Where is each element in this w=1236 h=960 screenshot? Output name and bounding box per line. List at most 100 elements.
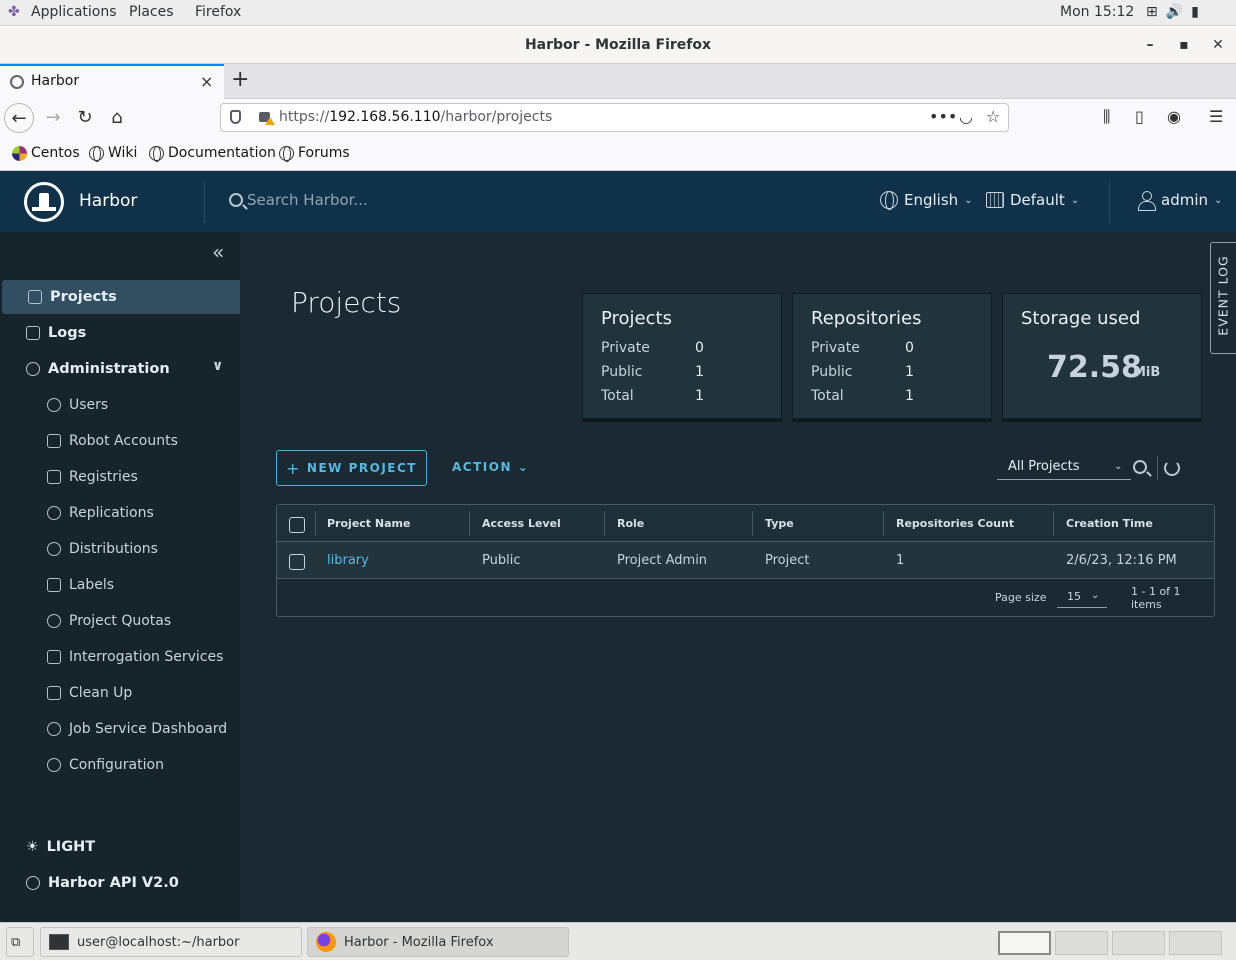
bookmark-wiki[interactable]: Wiki <box>89 145 137 162</box>
applications-menu[interactable]: Applications <box>31 4 117 20</box>
trash-icon <box>47 686 61 700</box>
sidebar-item-project-quotas[interactable]: Project Quotas <box>0 604 240 638</box>
column-type[interactable]: Type <box>753 505 794 542</box>
table-header: Project Name Access Level Role Type Repo… <box>277 505 1214 542</box>
new-tab-button[interactable]: + <box>231 67 249 92</box>
harbor-header: Harbor Search Harbor... English ⌄ Defaul… <box>0 171 1236 232</box>
label-icon <box>47 578 61 592</box>
header-divider <box>1109 181 1110 223</box>
globe-icon <box>279 145 294 162</box>
filter-search-icon[interactable] <box>1133 460 1147 474</box>
url-text[interactable]: https://192.168.56.110/harbor/projects <box>279 109 552 125</box>
tab-close-icon[interactable]: × <box>200 72 213 91</box>
system-tray[interactable]: ⊞ 🔊 ▮ <box>1146 4 1199 20</box>
clock[interactable]: Mon 15:12 <box>1060 4 1134 20</box>
search-input[interactable]: Search Harbor... <box>247 191 368 209</box>
collapse-sidebar-icon[interactable]: « <box>212 240 224 264</box>
datetime-format-dropdown[interactable]: Default ⌄ <box>986 191 1079 209</box>
terminal-icon <box>49 934 69 950</box>
sidebar-item-configuration[interactable]: Configuration <box>0 748 240 782</box>
places-menu[interactable]: Places <box>129 4 174 20</box>
bookmark-documentation[interactable]: Documentation <box>149 145 276 162</box>
home-button[interactable]: ⌂ <box>102 103 132 133</box>
column-creation-time[interactable]: Creation Time <box>1054 505 1153 542</box>
replications-icon <box>47 506 61 520</box>
project-filter-select[interactable]: All Projects ⌄ <box>997 456 1131 480</box>
event-log-tab[interactable]: EVENT LOG <box>1210 242 1236 354</box>
close-window-button[interactable]: ✕ <box>1208 27 1228 64</box>
new-project-button[interactable]: + NEW PROJECT <box>276 450 427 486</box>
workspace-3[interactable] <box>1112 931 1165 955</box>
minimize-button[interactable]: – <box>1140 27 1160 64</box>
column-access-level[interactable]: Access Level <box>470 505 561 542</box>
sidebar-item-interrogation-services[interactable]: Interrogation Services <box>0 640 240 674</box>
bookmark-star-icon[interactable]: ☆ <box>986 107 1000 126</box>
row-checkbox[interactable] <box>277 542 305 579</box>
project-name-link[interactable]: library <box>315 542 369 579</box>
harbor-logo-icon[interactable] <box>24 182 64 222</box>
menu-icon[interactable]: ☰ <box>1209 107 1223 126</box>
network-icon: ⊞ <box>1146 4 1158 20</box>
sidebar-item-robot-accounts[interactable]: Robot Accounts <box>0 424 240 458</box>
page-actions-icon[interactable]: ••• <box>929 107 957 126</box>
chevron-down-icon: ⌄ <box>517 460 530 474</box>
user-menu[interactable]: admin ⌄ <box>1137 191 1222 211</box>
column-role[interactable]: Role <box>605 505 644 542</box>
maximize-button[interactable]: ▪ <box>1174 27 1194 64</box>
tracking-shield-icon[interactable] <box>230 110 241 124</box>
language-dropdown[interactable]: English ⌄ <box>880 191 973 210</box>
globe-icon <box>89 145 104 162</box>
language-globe-icon <box>880 191 898 210</box>
firefox-menu[interactable]: Firefox <box>195 4 241 20</box>
action-dropdown[interactable]: ACTION ⌄ <box>452 460 529 474</box>
pocket-icon[interactable]: ◡ <box>959 107 973 126</box>
window-title: Harbor - Mozilla Firefox <box>524 37 712 53</box>
bookmark-forums[interactable]: Forums <box>279 145 350 162</box>
taskbar-firefox[interactable]: Harbor - Mozilla Firefox <box>307 927 569 957</box>
column-project-name[interactable]: Project Name <box>315 505 410 542</box>
show-desktop-icon[interactable]: ⧉ <box>6 927 34 957</box>
projects-private-count: 0 <box>695 340 704 356</box>
reload-button[interactable]: ↻ <box>70 103 100 133</box>
select-all-checkbox[interactable] <box>277 505 305 542</box>
app-name[interactable]: Harbor <box>79 191 137 211</box>
volume-icon: 🔊 <box>1165 4 1184 20</box>
column-repositories-count[interactable]: Repositories Count <box>884 505 1014 542</box>
repositories-public-count: 1 <box>905 364 914 380</box>
library-icon[interactable]: ⫼ <box>1103 107 1110 127</box>
taskbar-terminal[interactable]: user@localhost:~/harbor <box>40 927 302 957</box>
api-icon <box>26 876 40 890</box>
sidebar-item-clean-up[interactable]: Clean Up <box>0 676 240 710</box>
account-icon[interactable]: ◉ <box>1167 107 1181 126</box>
workspace-4[interactable] <box>1169 931 1222 955</box>
sidebar-item-administration[interactable]: Administration ∨ <box>0 352 240 386</box>
distributions-icon <box>47 542 61 556</box>
table-row[interactable]: library Public Project Admin Project 1 2… <box>277 542 1214 579</box>
projects-summary-card: Projects Private 0 Public 1 Total 1 <box>582 293 782 422</box>
sidebar-item-users[interactable]: Users <box>0 388 240 422</box>
workspace-1[interactable] <box>998 931 1051 955</box>
workspace-2[interactable] <box>1055 931 1108 955</box>
sidebar-item-registries[interactable]: Registries <box>0 460 240 494</box>
sidebar-item-logs[interactable]: Logs <box>0 316 240 350</box>
sidebar-item-distributions[interactable]: Distributions <box>0 532 240 566</box>
theme-toggle[interactable]: ☀ LIGHT <box>0 830 240 864</box>
sidebar-icon[interactable]: ▯ <box>1135 107 1144 126</box>
sidebar-item-projects[interactable]: Projects <box>2 280 240 314</box>
storage-value: 72.58 <box>1047 350 1142 385</box>
sidebar-item-replications[interactable]: Replications <box>0 496 240 530</box>
harbor-api-link[interactable]: Harbor API V2.0 <box>0 866 240 900</box>
refresh-icon[interactable] <box>1164 460 1180 476</box>
robot-icon <box>47 434 61 448</box>
projects-public-count: 1 <box>695 364 704 380</box>
bookmark-centos[interactable]: Centos <box>12 145 80 161</box>
page-size-select[interactable]: 15 ⌄ <box>1057 586 1107 608</box>
global-search[interactable]: Search Harbor... <box>229 191 368 209</box>
sidebar-item-labels[interactable]: Labels <box>0 568 240 602</box>
url-bar[interactable]: https://192.168.56.110/harbor/projects •… <box>220 103 1009 132</box>
back-button[interactable]: ← <box>4 103 34 133</box>
calendar-icon <box>986 192 1004 208</box>
tab-harbor[interactable]: Harbor × <box>0 64 224 99</box>
sidebar-item-job-service-dashboard[interactable]: Job Service Dashboard <box>0 712 240 746</box>
forward-button[interactable]: → <box>38 103 68 133</box>
